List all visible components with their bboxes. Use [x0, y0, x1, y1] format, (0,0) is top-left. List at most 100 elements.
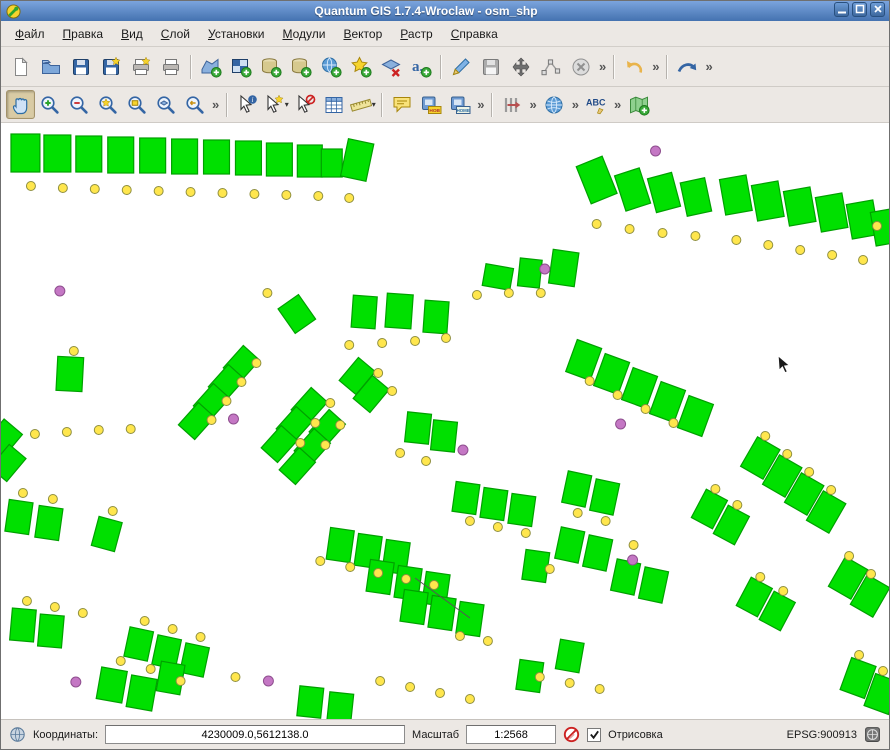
toolbar-extension-button[interactable]: » — [702, 59, 715, 74]
poi-point-purple — [71, 677, 81, 687]
toolbar-extension-button[interactable]: » — [209, 97, 222, 112]
maximize-button[interactable] — [852, 2, 867, 17]
annotation-button[interactable] — [497, 90, 526, 119]
raster-layer-plus-icon — [230, 56, 252, 78]
dropdown-arrow-icon[interactable]: ▾ — [285, 100, 289, 109]
building-feature — [576, 156, 617, 204]
delete-selected-button[interactable] — [566, 52, 596, 82]
x-circle-icon — [570, 56, 592, 78]
zoom-out-icon — [68, 94, 90, 116]
close-button[interactable] — [870, 2, 885, 17]
stop-render-icon[interactable] — [563, 726, 580, 743]
menu-item-vector[interactable]: Вектор — [334, 24, 391, 44]
poi-point-purple — [540, 264, 550, 274]
poi-point — [176, 677, 185, 686]
show-bookmarks-button[interactable]: HOME — [445, 90, 474, 119]
deselect-features-button[interactable] — [290, 90, 319, 119]
new-project-button[interactable] — [6, 52, 36, 82]
poi-point — [422, 457, 431, 466]
minimize-icon — [836, 3, 848, 15]
toolbar-extension-button[interactable]: » — [569, 97, 582, 112]
save-edits-button[interactable] — [476, 52, 506, 82]
toolbar-extension-button[interactable]: » — [526, 97, 539, 112]
add-postgis-layer-button[interactable] — [256, 52, 286, 82]
toolbar-extension-button[interactable]: » — [596, 59, 609, 74]
add-wms-layer-button[interactable] — [316, 52, 346, 82]
zoom-layer-icon — [155, 94, 177, 116]
pan-map-button[interactable] — [6, 90, 35, 119]
toolbar-extension-button[interactable]: » — [611, 97, 624, 112]
add-raster-layer-button[interactable] — [226, 52, 256, 82]
coordinates-input[interactable] — [105, 725, 405, 744]
map-navigation-toolbar: »i▾▾НОВHOME»»»ABC» — [1, 87, 889, 123]
map-canvas[interactable] — [1, 123, 889, 719]
menu-item-help[interactable]: Справка — [442, 24, 507, 44]
crs-transform-icon[interactable] — [864, 726, 881, 743]
poi-point — [116, 657, 125, 666]
add-wfs-layer-button[interactable] — [346, 52, 376, 82]
menu-item-edit[interactable]: Правка — [54, 24, 113, 44]
poi-point — [140, 617, 149, 626]
menu-item-plugins[interactable]: Модули — [273, 24, 334, 44]
add-overview-map-button[interactable] — [624, 90, 653, 119]
poi-point — [658, 229, 667, 238]
gps-tools-button[interactable] — [540, 90, 569, 119]
menu-item-layer[interactable]: Слой — [152, 24, 199, 44]
zoom-in-button[interactable] — [35, 90, 64, 119]
dropdown-arrow-icon[interactable]: ▾ — [372, 100, 376, 109]
poi-point — [218, 189, 227, 198]
map-tips-button[interactable] — [387, 90, 416, 119]
building-feature — [297, 145, 322, 177]
poi-point — [565, 679, 574, 688]
zoom-to-selection-button[interactable] — [122, 90, 151, 119]
labeling-button[interactable]: ABC — [582, 90, 611, 119]
building-feature — [615, 168, 651, 211]
select-features-button[interactable]: ▾ — [261, 90, 290, 119]
poi-point — [805, 468, 814, 477]
zoom-last-button[interactable] — [180, 90, 209, 119]
composer-manager-button[interactable] — [156, 52, 186, 82]
save-project-as-button[interactable] — [96, 52, 126, 82]
minimize-button[interactable] — [834, 2, 849, 17]
save-project-button[interactable] — [66, 52, 96, 82]
measure-button[interactable]: ▾ — [348, 90, 377, 119]
menu-item-settings[interactable]: Установки — [199, 24, 274, 44]
new-print-composer-button[interactable] — [126, 52, 156, 82]
undo-button[interactable] — [619, 52, 649, 82]
building-feature — [751, 181, 784, 221]
building-feature — [549, 249, 579, 286]
status-bar: Координаты: Масштаб Отрисовка EPSG:90091… — [1, 719, 889, 749]
title-bar[interactable]: Quantum GIS 1.7.4-Wroclaw - osm_shp — [1, 1, 889, 21]
toolbar-extension-button[interactable]: » — [474, 97, 487, 112]
render-checkbox[interactable] — [587, 728, 601, 742]
move-feature-button[interactable] — [506, 52, 536, 82]
open-project-button[interactable] — [36, 52, 66, 82]
toolbar-extension-button[interactable]: » — [649, 59, 662, 74]
building-feature — [783, 187, 816, 226]
building-feature — [266, 143, 292, 176]
add-delimited-text-layer-button[interactable]: a, — [406, 52, 436, 82]
crs-status: EPSG:900913 — [787, 729, 857, 741]
add-vector-layer-button[interactable] — [196, 52, 226, 82]
open-attribute-table-button[interactable] — [319, 90, 348, 119]
render-label: Отрисовка — [608, 729, 663, 741]
building-feature — [611, 559, 641, 595]
toggle-editing-button[interactable] — [446, 52, 476, 82]
poi-point — [465, 517, 474, 526]
node-tool-button[interactable] — [536, 52, 566, 82]
menu-item-raster[interactable]: Растр — [391, 24, 441, 44]
zoom-to-layer-button[interactable] — [151, 90, 180, 119]
new-bookmark-button[interactable]: НОВ — [416, 90, 445, 119]
remove-layer-button[interactable] — [376, 52, 406, 82]
building-feature — [480, 487, 508, 520]
zoom-full-button[interactable] — [93, 90, 122, 119]
menu-item-file[interactable]: Файл — [6, 24, 54, 44]
add-spatialite-layer-button[interactable] — [286, 52, 316, 82]
scale-input[interactable] — [466, 725, 556, 744]
vector-plugin-button[interactable] — [672, 52, 702, 82]
zoom-out-button[interactable] — [64, 90, 93, 119]
building-feature — [172, 139, 198, 174]
menu-item-view[interactable]: Вид — [112, 24, 152, 44]
identify-button[interactable]: i — [232, 90, 261, 119]
poi-point — [146, 665, 155, 674]
